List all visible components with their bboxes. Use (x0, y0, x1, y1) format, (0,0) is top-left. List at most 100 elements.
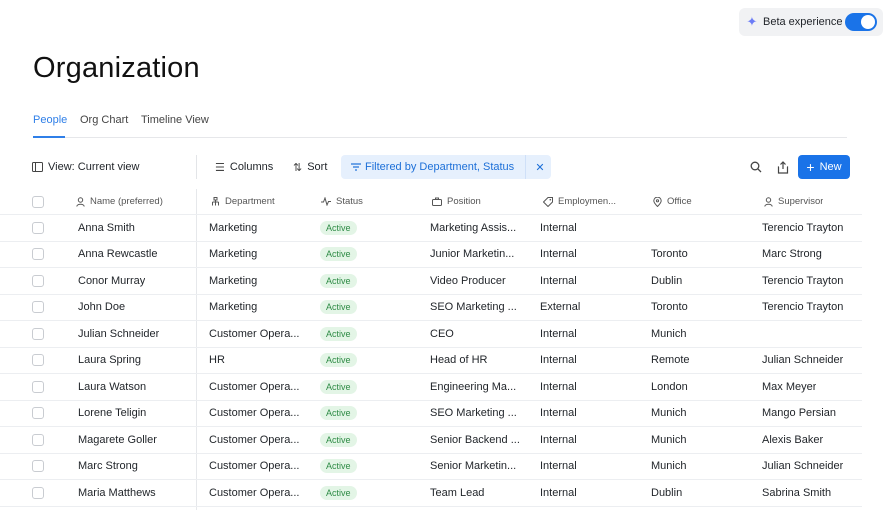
cell-office[interactable]: Munich (651, 427, 686, 453)
cell-employment[interactable]: Internal (540, 401, 577, 427)
cell-name[interactable]: Conor Murray (78, 268, 145, 294)
select-all-checkbox[interactable] (32, 195, 44, 208)
cell-employment[interactable]: Internal (540, 268, 577, 294)
cell-position[interactable]: SEO Marketing ... (430, 401, 520, 427)
cell-employment[interactable]: Internal (540, 321, 577, 347)
cell-department[interactable]: Marketing (209, 268, 257, 294)
clear-filter-close-icon[interactable]: ✕ (531, 155, 549, 179)
cell-department[interactable]: Customer Opera... (209, 480, 299, 506)
cell-supervisor[interactable]: Mango Persian (762, 401, 836, 427)
tab-timeline-view[interactable]: Timeline View (141, 114, 209, 138)
cell-position[interactable]: Video Producer (430, 268, 520, 294)
cell-employment[interactable]: Internal (540, 242, 577, 268)
row-checkbox[interactable] (32, 301, 44, 314)
cell-position[interactable]: CEO (430, 321, 520, 347)
cell-employment[interactable]: Internal (540, 215, 577, 241)
cell-department[interactable]: Customer Opera... (209, 321, 299, 347)
cell-position[interactable]: Senior Marketin... (430, 454, 520, 480)
cell-supervisor[interactable]: Terencio Trayton (762, 268, 843, 294)
cell-department[interactable]: Customer Opera... (209, 374, 299, 400)
column-header-department[interactable]: Department (211, 189, 275, 214)
cell-supervisor[interactable]: Julian Schneider (762, 454, 843, 480)
cell-status[interactable]: Active (320, 295, 357, 321)
cell-supervisor[interactable]: Alexis Baker (762, 427, 823, 453)
share-icon[interactable] (773, 157, 793, 177)
table-row[interactable]: Laura Spring HR Active Head of HR Internal Re… (0, 348, 862, 374)
cell-name[interactable]: John Doe (78, 295, 125, 321)
row-checkbox[interactable] (32, 486, 44, 499)
row-checkbox[interactable] (32, 460, 44, 473)
row-checkbox[interactable] (32, 433, 44, 446)
cell-status[interactable]: Active (320, 454, 357, 480)
row-checkbox[interactable] (32, 354, 44, 367)
row-checkbox[interactable] (32, 248, 44, 261)
cell-employment[interactable]: Internal (540, 374, 577, 400)
column-header-employment[interactable]: Employmen... (543, 189, 616, 214)
cell-name[interactable]: Marc Strong (78, 454, 138, 480)
cell-status[interactable]: Active (320, 401, 357, 427)
cell-status[interactable]: Active (320, 374, 357, 400)
active-filter-chip[interactable]: Filtered by Department, Status ✕ (341, 155, 551, 179)
row-checkbox[interactable] (32, 327, 44, 340)
new-record-button[interactable]: + New (798, 155, 850, 179)
cell-employment[interactable]: Internal (540, 348, 577, 374)
cell-status[interactable]: Active (320, 480, 357, 506)
cell-position[interactable]: Team Lead (430, 480, 520, 506)
search-icon[interactable] (746, 157, 766, 177)
cell-name[interactable]: Laura Watson (78, 374, 146, 400)
table-row[interactable]: Magarete Goller Customer Opera... Active Se… (0, 427, 862, 454)
table-row[interactable]: Conor Murray Marketing Active Video Produce… (0, 268, 862, 295)
cell-supervisor[interactable]: Marc Strong (762, 242, 822, 268)
cell-position[interactable]: Engineering Ma... (430, 374, 520, 400)
cell-name[interactable]: Lorene Teligin (78, 401, 146, 427)
cell-department[interactable]: Customer Opera... (209, 454, 299, 480)
cell-office[interactable]: Dublin (651, 268, 682, 294)
cell-employment[interactable]: Internal (540, 454, 577, 480)
column-header-office[interactable]: Office (653, 189, 692, 214)
cell-name[interactable]: Laura Spring (78, 348, 141, 374)
cell-department[interactable]: Marketing (209, 215, 257, 241)
cell-office[interactable]: Munich (651, 454, 686, 480)
column-header-position[interactable]: Position (432, 189, 481, 214)
cell-department[interactable]: HR (209, 348, 225, 374)
table-row[interactable]: Maria Matthews Customer Opera... Active Tea… (0, 480, 862, 507)
tab-org-chart[interactable]: Org Chart (80, 114, 128, 138)
beta-switch[interactable] (845, 13, 877, 31)
table-row[interactable]: Laura Watson Customer Opera... Active Engin… (0, 374, 862, 401)
row-checkbox[interactable] (32, 274, 44, 287)
cell-office[interactable]: Toronto (651, 242, 688, 268)
cell-office[interactable]: London (651, 374, 688, 400)
cell-status[interactable]: Active (320, 268, 357, 294)
cell-status[interactable]: Active (320, 321, 357, 347)
cell-name[interactable]: Maria Matthews (78, 480, 156, 506)
cell-department[interactable]: Customer Opera... (209, 401, 299, 427)
cell-position[interactable]: Marketing Assis... (430, 215, 520, 241)
cell-employment[interactable]: External (540, 295, 580, 321)
row-checkbox[interactable] (32, 380, 44, 393)
cell-supervisor[interactable]: Terencio Trayton (762, 295, 843, 321)
table-row[interactable]: Anna Rewcastle Marketing Active Junior Mark… (0, 242, 862, 268)
cell-office[interactable]: Munich (651, 321, 686, 347)
cell-name[interactable]: Anna Rewcastle (78, 242, 158, 268)
table-row[interactable]: Anna Smith Marketing Active Marketing Assis… (0, 215, 862, 242)
table-row[interactable]: Marc Strong Customer Opera... Active Senior… (0, 454, 862, 480)
cell-employment[interactable]: Internal (540, 427, 577, 453)
cell-status[interactable]: Active (320, 215, 357, 241)
cell-employment[interactable]: Internal (540, 480, 577, 506)
cell-position[interactable]: Senior Backend ... (430, 427, 520, 453)
cell-supervisor[interactable]: Sabrina Smith (762, 480, 831, 506)
table-row[interactable]: John Doe Marketing Active SEO Marketing ...… (0, 295, 862, 321)
column-header-name[interactable]: Name (preferred) (76, 189, 163, 214)
sort-button[interactable]: ⇅ Sort (293, 152, 327, 182)
tab-people[interactable]: People (33, 114, 67, 138)
cell-position[interactable]: SEO Marketing ... (430, 295, 520, 321)
cell-supervisor[interactable]: Julian Schneider (762, 348, 843, 374)
view-selector-button[interactable]: View: Current view (32, 152, 140, 182)
cell-department[interactable]: Marketing (209, 242, 257, 268)
cell-office[interactable]: Toronto (651, 295, 688, 321)
table-row[interactable]: Julian Schneider Customer Opera... Active C… (0, 321, 862, 348)
cell-name[interactable]: Magarete Goller (78, 427, 157, 453)
cell-office[interactable]: Dublin (651, 480, 682, 506)
cell-office[interactable]: Remote (651, 348, 690, 374)
cell-department[interactable]: Customer Opera... (209, 427, 299, 453)
